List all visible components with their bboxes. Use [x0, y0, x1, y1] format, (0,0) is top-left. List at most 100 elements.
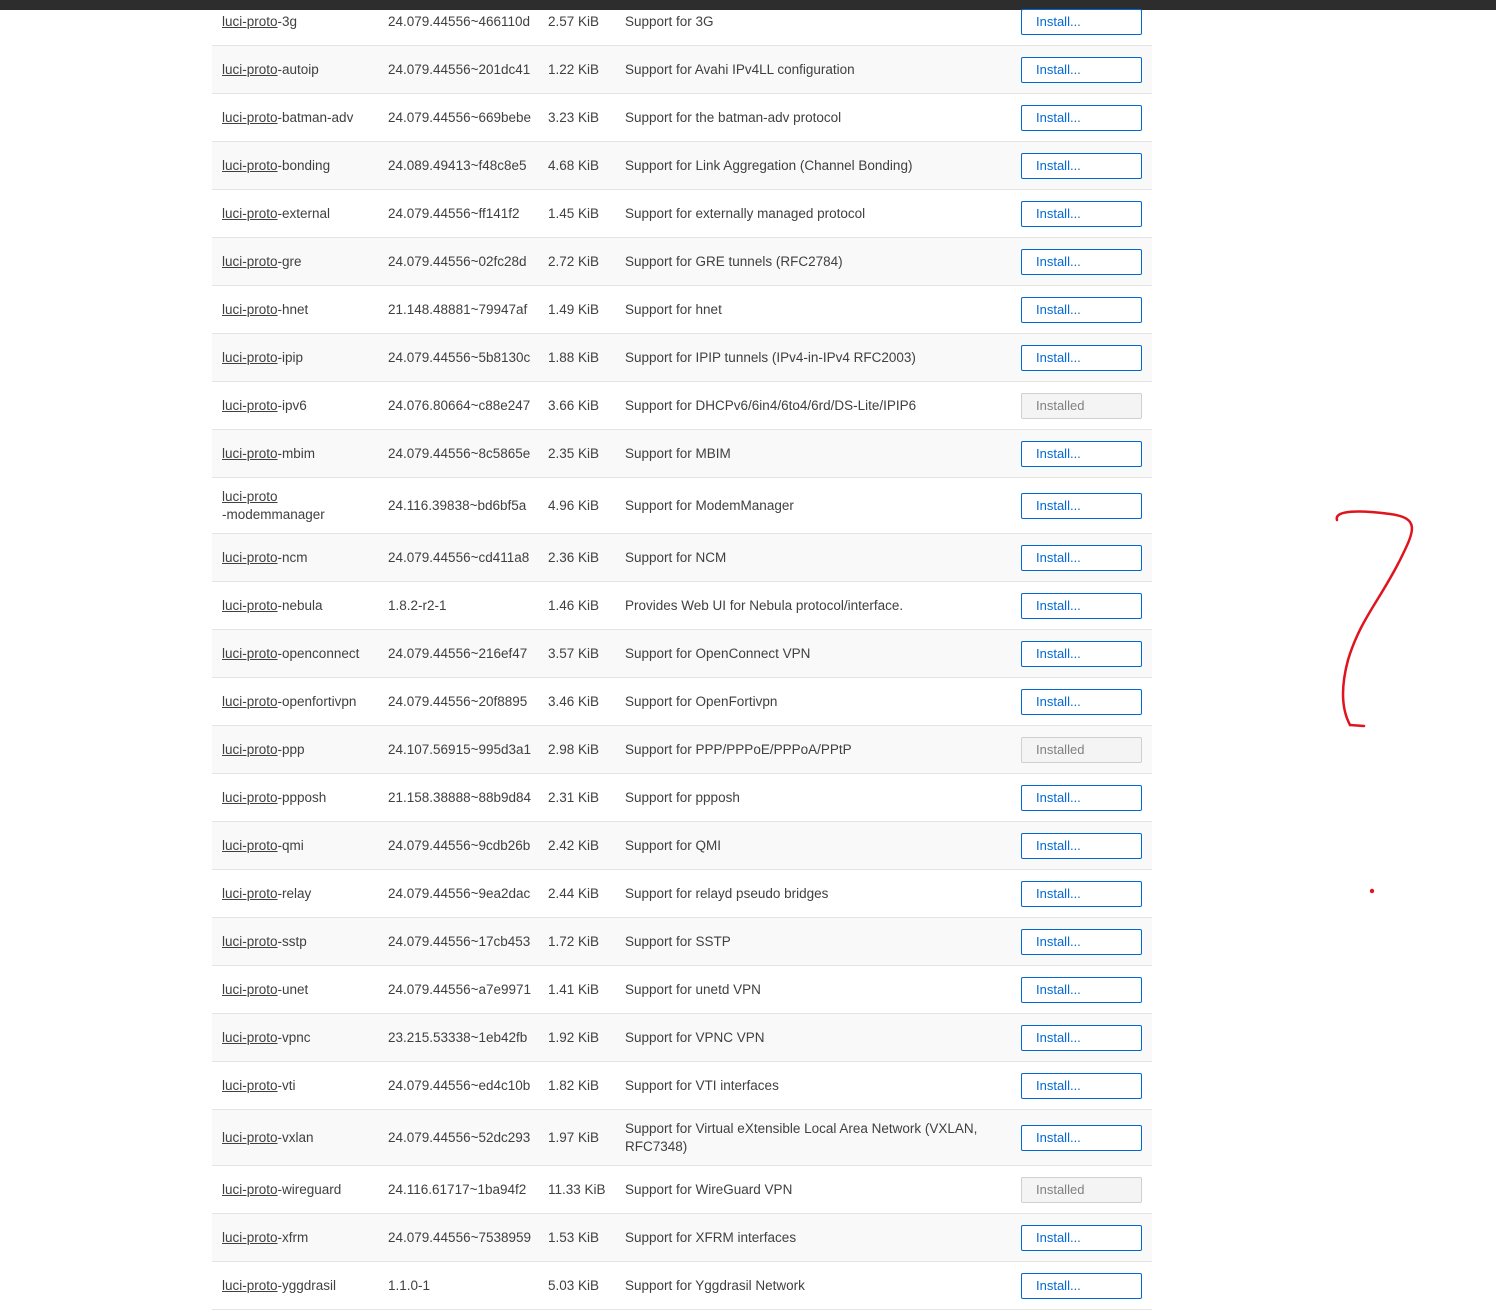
package-description: Support for OpenConnect VPN	[625, 645, 811, 661]
install-button[interactable]: Install...	[1021, 296, 1142, 323]
install-button[interactable]: Install...	[1021, 56, 1142, 83]
package-prefix[interactable]: luci-proto	[222, 598, 278, 613]
package-name-link[interactable]: luci-proto-unet	[222, 981, 308, 999]
package-version: 24.079.44556~20f8895	[388, 694, 528, 709]
package-name-link[interactable]: luci-proto-mbim	[222, 445, 315, 463]
package-prefix[interactable]: luci-proto	[222, 934, 278, 949]
package-name-link[interactable]: luci-proto-wireguard	[222, 1181, 341, 1199]
package-prefix[interactable]: luci-proto	[222, 14, 278, 29]
install-button[interactable]: Install...	[1021, 928, 1142, 955]
package-action-cell: Install...	[1021, 582, 1142, 629]
package-name-link[interactable]: luci-proto-openfortivpn	[222, 693, 356, 711]
package-row: luci-proto-ipip 24.079.44556~5b8130c 1.88 …	[212, 334, 1152, 382]
package-prefix[interactable]: luci-proto	[222, 790, 278, 805]
package-action-cell: Install...	[1021, 1214, 1142, 1261]
package-prefix[interactable]: luci-proto	[222, 982, 278, 997]
package-name-link[interactable]: luci-proto-nebula	[222, 597, 323, 615]
package-prefix[interactable]: luci-proto	[222, 1078, 278, 1093]
package-row: luci-proto-3g 24.079.44556~466110d 2.57 Ki…	[212, 0, 1152, 46]
package-name-link[interactable]: luci-proto-yggdrasil	[222, 1277, 336, 1295]
installed-button[interactable]: Installed	[1021, 392, 1142, 419]
package-name-link[interactable]: luci-proto-3g	[222, 13, 297, 31]
package-prefix[interactable]: luci-proto	[222, 350, 278, 365]
package-prefix[interactable]: luci-proto	[222, 110, 278, 125]
install-button[interactable]: Install...	[1021, 976, 1142, 1003]
package-name-link[interactable]: luci-proto-autoip	[222, 61, 319, 79]
package-description: Support for the batman-adv protocol	[625, 109, 842, 125]
install-button[interactable]: Install...	[1021, 200, 1142, 227]
package-row: luci-proto-autoip 24.079.44556~201dc41 1.2…	[212, 46, 1152, 94]
package-name-link[interactable]: luci-proto-vti	[222, 1077, 296, 1095]
package-prefix[interactable]: luci-proto	[222, 742, 278, 757]
package-size: 2.72 KiB	[548, 254, 600, 269]
install-button[interactable]: Install...	[1021, 1024, 1142, 1051]
install-button[interactable]: Install...	[1021, 688, 1142, 715]
install-button[interactable]: Install...	[1021, 152, 1142, 179]
package-name-link[interactable]: luci-proto-batman-adv	[222, 109, 353, 127]
package-name-link[interactable]: luci-proto -modemmanager	[222, 488, 325, 524]
install-button[interactable]: Install...	[1021, 1124, 1142, 1151]
install-button[interactable]: Install...	[1021, 492, 1142, 519]
package-prefix[interactable]: luci-proto	[222, 694, 278, 709]
package-name-cell: luci-proto-ncm	[222, 534, 382, 581]
install-button[interactable]: Install...	[1021, 880, 1142, 907]
installed-button[interactable]: Installed	[1021, 736, 1142, 763]
package-description: Support for externally managed protocol	[625, 205, 866, 221]
install-button[interactable]: Install...	[1021, 440, 1142, 467]
install-button[interactable]: Install...	[1021, 544, 1142, 571]
install-button[interactable]: Install...	[1021, 8, 1142, 35]
package-name-link[interactable]: luci-proto-relay	[222, 885, 311, 903]
package-prefix[interactable]: luci-proto	[222, 254, 278, 269]
package-prefix[interactable]: luci-proto	[222, 550, 278, 565]
install-button[interactable]: Install...	[1021, 344, 1142, 371]
package-name-link[interactable]: luci-proto-ncm	[222, 549, 308, 567]
package-prefix[interactable]: luci-proto	[222, 1130, 278, 1145]
install-button[interactable]: Install...	[1021, 104, 1142, 131]
package-name-link[interactable]: luci-proto-gre	[222, 253, 302, 271]
install-button[interactable]: Install...	[1021, 832, 1142, 859]
package-prefix[interactable]: luci-proto	[222, 206, 278, 221]
package-size: 1.41 KiB	[548, 982, 600, 997]
package-name-link[interactable]: luci-proto-ppp	[222, 741, 305, 759]
package-name-link[interactable]: luci-proto-qmi	[222, 837, 304, 855]
installed-button[interactable]: Installed	[1021, 1176, 1142, 1203]
package-prefix[interactable]: luci-proto	[222, 886, 278, 901]
package-name-link[interactable]: luci-proto-bonding	[222, 157, 330, 175]
install-button[interactable]: Install...	[1021, 248, 1142, 275]
package-prefix[interactable]: luci-proto	[222, 489, 278, 504]
install-button[interactable]: Install...	[1021, 592, 1142, 619]
question-mark-stroke	[1335, 510, 1414, 727]
package-name-link[interactable]: luci-proto-vxlan	[222, 1129, 314, 1147]
package-row: luci-proto-hnet 21.148.48881~79947af 1.49 …	[212, 286, 1152, 334]
package-name-link[interactable]: luci-proto-hnet	[222, 301, 308, 319]
package-prefix[interactable]: luci-proto	[222, 1182, 278, 1197]
package-name-link[interactable]: luci-proto-external	[222, 205, 330, 223]
package-name-link[interactable]: luci-proto-sstp	[222, 933, 307, 951]
package-prefix[interactable]: luci-proto	[222, 158, 278, 173]
install-button[interactable]: Install...	[1021, 1272, 1142, 1299]
package-prefix[interactable]: luci-proto	[222, 1278, 278, 1293]
install-button[interactable]: Install...	[1021, 1224, 1142, 1251]
package-action-cell: Install...	[1021, 286, 1142, 333]
package-prefix[interactable]: luci-proto	[222, 62, 278, 77]
package-prefix[interactable]: luci-proto	[222, 446, 278, 461]
package-prefix[interactable]: luci-proto	[222, 398, 278, 413]
package-prefix[interactable]: luci-proto	[222, 1030, 278, 1045]
install-button[interactable]: Install...	[1021, 784, 1142, 811]
package-prefix[interactable]: luci-proto	[222, 646, 278, 661]
package-action-cell: Install...	[1021, 534, 1142, 581]
package-size: 1.49 KiB	[548, 302, 600, 317]
package-action-cell: Installed	[1021, 1166, 1142, 1213]
install-button[interactable]: Install...	[1021, 640, 1142, 667]
package-prefix[interactable]: luci-proto	[222, 838, 278, 853]
package-name-link[interactable]: luci-proto-ipv6	[222, 397, 307, 415]
package-name-link[interactable]: luci-proto-ipip	[222, 349, 303, 367]
package-prefix[interactable]: luci-proto	[222, 1230, 278, 1245]
package-name-link[interactable]: luci-proto-vpnc	[222, 1029, 311, 1047]
package-name-link[interactable]: luci-proto-ppposh	[222, 789, 326, 807]
package-name-cell: luci-proto-xfrm	[222, 1214, 382, 1261]
package-prefix[interactable]: luci-proto	[222, 302, 278, 317]
package-name-link[interactable]: luci-proto-xfrm	[222, 1229, 308, 1247]
package-name-link[interactable]: luci-proto-openconnect	[222, 645, 359, 663]
install-button[interactable]: Install...	[1021, 1072, 1142, 1099]
